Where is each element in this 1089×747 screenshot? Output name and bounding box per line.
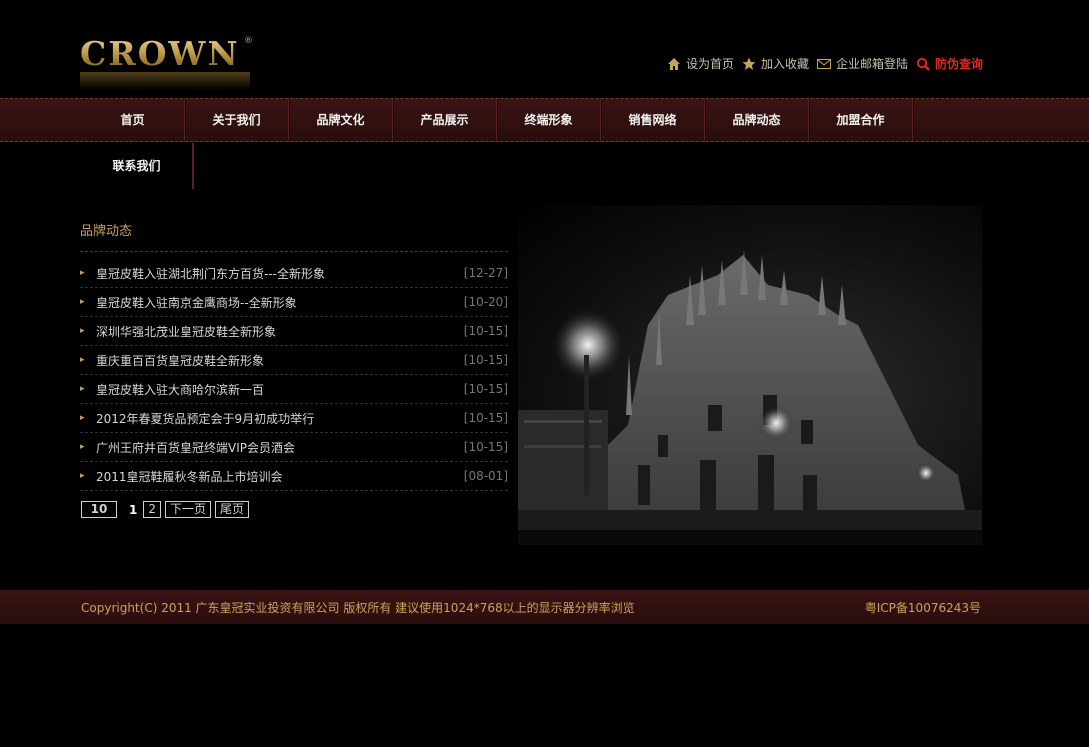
bullet-icon: ▸ bbox=[80, 413, 85, 423]
bullet-icon: ▸ bbox=[80, 471, 85, 481]
crown-logo[interactable]: CROWN ® bbox=[80, 34, 260, 94]
registered-mark: ® bbox=[244, 36, 253, 46]
page-count-box: 10 bbox=[81, 501, 117, 518]
bullet-icon: ▸ bbox=[80, 268, 85, 278]
list-item: ▸ 皇冠皮鞋入驻湖北荆门东方百货---全新形象 [12-27] bbox=[80, 259, 508, 288]
logo-text: CROWN bbox=[80, 34, 240, 73]
list-item: ▸ 2012年春夏货品预定会于9月初成功举行 [10-15] bbox=[80, 404, 508, 433]
copyright-text: Copyright(C) 2011 广东皇冠实业投资有限公司 版权所有 建议使用… bbox=[81, 601, 635, 615]
bullet-icon: ▸ bbox=[80, 297, 85, 307]
news-title[interactable]: 皇冠皮鞋入驻湖北荆门东方百货---全新形象 bbox=[96, 265, 464, 282]
news-title[interactable]: 皇冠皮鞋入驻大商哈尔滨新一百 bbox=[96, 381, 464, 398]
news-title[interactable]: 重庆重百百货皇冠皮鞋全新形象 bbox=[96, 352, 464, 369]
pagination: 10 1 2 下一页 尾页 bbox=[81, 501, 253, 518]
page-2-link[interactable]: 2 bbox=[143, 501, 161, 518]
cathedral-night-photo bbox=[518, 205, 982, 545]
list-item: ▸ 皇冠皮鞋入驻大商哈尔滨新一百 [10-15] bbox=[80, 375, 508, 404]
news-date: [10-20] bbox=[463, 295, 508, 309]
enterprise-mail-link[interactable]: 企业邮箱登陆 bbox=[816, 55, 908, 72]
anti-fake-query-label: 防伪查询 bbox=[934, 57, 983, 71]
add-favorite-label: 加入收藏 bbox=[760, 57, 809, 71]
bullet-icon: ▸ bbox=[80, 355, 85, 365]
home-icon bbox=[667, 57, 681, 71]
news-title[interactable]: 皇冠皮鞋入驻南京金鹰商场--全新形象 bbox=[96, 294, 464, 311]
nav-item-contact[interactable]: 联系我们 bbox=[81, 143, 194, 189]
news-title[interactable]: 广州王府井百货皇冠终端VIP会员酒会 bbox=[96, 439, 464, 456]
list-item: ▸ 2011皇冠鞋履秋冬新品上市培训会 [08-01] bbox=[80, 462, 508, 491]
nav-item-store-image[interactable]: 终端形象 bbox=[497, 99, 601, 141]
list-item: ▸ 广州王府井百货皇冠终端VIP会员酒会 [10-15] bbox=[80, 433, 508, 462]
nav-item-brand-news[interactable]: 品牌动态 bbox=[705, 99, 809, 141]
nav-item-franchise[interactable]: 加盟合作 bbox=[809, 99, 913, 141]
enterprise-mail-label: 企业邮箱登陆 bbox=[835, 57, 908, 71]
nav-row-2: 联系我们 bbox=[81, 143, 194, 189]
last-page-link[interactable]: 尾页 bbox=[215, 501, 250, 518]
news-title[interactable]: 2012年春夏货品预定会于9月初成功举行 bbox=[96, 410, 464, 427]
star-icon bbox=[742, 57, 756, 71]
news-date: [10-15] bbox=[463, 411, 508, 425]
cathedral-illustration bbox=[518, 250, 982, 545]
bullet-icon: ▸ bbox=[80, 384, 85, 394]
news-title[interactable]: 深圳华强北茂业皇冠皮鞋全新形象 bbox=[96, 323, 464, 340]
set-homepage-label: 设为首页 bbox=[685, 57, 734, 71]
news-date: [12-27] bbox=[463, 266, 508, 280]
icp-record-link[interactable]: 粤ICP备10076243号 bbox=[865, 599, 981, 616]
section-title: 品牌动态 bbox=[80, 224, 133, 239]
footer: Copyright(C) 2011 广东皇冠实业投资有限公司 版权所有 建议使用… bbox=[0, 590, 1089, 624]
bullet-icon: ▸ bbox=[80, 326, 85, 336]
search-icon bbox=[916, 57, 930, 71]
add-favorite-link[interactable]: 加入收藏 bbox=[742, 55, 809, 72]
nav-item-sales-network[interactable]: 销售网络 bbox=[601, 99, 705, 141]
logo-reflection bbox=[80, 72, 250, 90]
news-date: [10-15] bbox=[463, 353, 508, 367]
list-item: ▸ 深圳华强北茂业皇冠皮鞋全新形象 [10-15] bbox=[80, 317, 508, 346]
bullet-icon: ▸ bbox=[80, 442, 85, 452]
news-title[interactable]: 2011皇冠鞋履秋冬新品上市培训会 bbox=[96, 468, 464, 485]
list-item: ▸ 重庆重百百货皇冠皮鞋全新形象 [10-15] bbox=[80, 346, 508, 375]
set-homepage-link[interactable]: 设为首页 bbox=[667, 55, 734, 72]
top-links: 设为首页 加入收藏 企业邮箱登陆 防伪查询 bbox=[659, 55, 983, 72]
list-item: ▸ 皇冠皮鞋入驻南京金鹰商场--全新形象 [10-20] bbox=[80, 288, 508, 317]
next-page-link[interactable]: 下一页 bbox=[165, 501, 212, 518]
nav-item-brand-culture[interactable]: 品牌文化 bbox=[289, 99, 393, 141]
news-date: [10-15] bbox=[463, 324, 508, 338]
current-page: 1 bbox=[129, 502, 138, 517]
mail-icon bbox=[816, 57, 831, 71]
nav-row: 首页 关于我们 品牌文化 产品展示 终端形象 销售网络 品牌动态 加盟合作 bbox=[81, 99, 913, 141]
nav-item-products[interactable]: 产品展示 bbox=[393, 99, 497, 141]
header: CROWN ® 设为首页 加入收藏 企业邮箱登陆 防伪查询 bbox=[0, 0, 1089, 98]
nav-item-about[interactable]: 关于我们 bbox=[185, 99, 289, 141]
divider bbox=[80, 251, 508, 252]
news-date: [10-15] bbox=[463, 440, 508, 454]
news-date: [08-01] bbox=[463, 469, 508, 483]
news-date: [10-15] bbox=[463, 382, 508, 396]
news-list: ▸ 皇冠皮鞋入驻湖北荆门东方百货---全新形象 [12-27] ▸ 皇冠皮鞋入驻… bbox=[80, 259, 508, 491]
main-nav: 首页 关于我们 品牌文化 产品展示 终端形象 销售网络 品牌动态 加盟合作 bbox=[0, 98, 1089, 142]
anti-fake-query-link[interactable]: 防伪查询 bbox=[916, 55, 983, 72]
nav-item-home[interactable]: 首页 bbox=[81, 99, 185, 141]
